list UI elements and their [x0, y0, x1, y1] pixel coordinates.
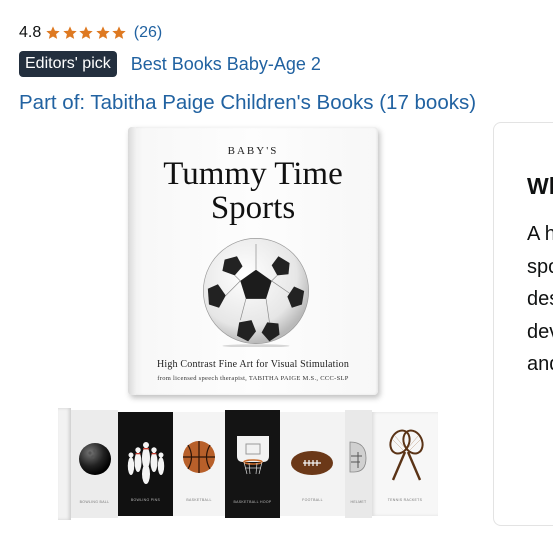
cover-author-line: from licensed speech therapist, TABITHA …: [157, 375, 349, 382]
rating-value: 4.8: [19, 24, 42, 41]
strip-label-basketball: BASKETBALL: [186, 498, 212, 502]
basketball-icon: [183, 441, 215, 473]
cover-subtitle: High Contrast Fine Art for Visual Stimul…: [156, 359, 350, 370]
side-card-line: spo: [527, 255, 553, 278]
cropped-header-text: [20, 0, 25, 9]
accordion-book-preview[interactable]: BOWLING BALL BOWLING PINS BASKETBALL BAS…: [58, 404, 440, 522]
side-card-line: A h: [527, 223, 553, 245]
tennis-rackets-icon: [389, 429, 424, 481]
strip-panel-basketball: BASKETBALL: [173, 412, 225, 516]
product-main-image[interactable]: BABY'S Tummy Time Sports High Contrast F…: [121, 124, 386, 399]
editors-pick-badge: Editors' pick: [19, 51, 117, 77]
strip-panel-tennis: TENNIS RACKETS: [372, 412, 438, 516]
strip-panel-helmet: HELMET: [345, 410, 372, 518]
cover-title-line1: Tummy Time: [163, 156, 343, 192]
side-info-card: Wh A h spo des dev and: [493, 122, 553, 526]
strip-panel-bowling-pins: BOWLING PINS: [118, 412, 173, 516]
star-icon: [79, 26, 93, 39]
cover-title-line2: Sports: [210, 190, 296, 226]
football-icon: [291, 451, 333, 475]
soccer-ball-illustration: [203, 238, 309, 347]
star-rating[interactable]: [45, 25, 128, 41]
bowling-pins-icon: [127, 442, 165, 484]
strip-label-helmet: HELMET: [350, 500, 367, 504]
basketball-hoop-icon: [237, 436, 269, 475]
strip-label-basketball-hoop: BASKETBALL HOOP: [233, 500, 272, 504]
book-cover: BABY'S Tummy Time Sports High Contrast F…: [128, 127, 378, 395]
star-icon: [46, 26, 60, 39]
strip-panel-edge: [58, 408, 71, 520]
rating-row: 4.8 (26): [19, 22, 162, 44]
strip-panel-football: FOOTBALL: [280, 412, 345, 516]
strip-label-bowling-ball: BOWLING BALL: [79, 500, 110, 504]
series-link[interactable]: Part of: Tabitha Paige Children's Books …: [19, 91, 476, 115]
side-card-line: dev: [527, 320, 553, 343]
helmet-icon: [349, 441, 367, 473]
strip-panel-bowling-ball: BOWLING BALL: [71, 410, 118, 518]
side-card-line: des: [527, 288, 553, 310]
strip-label-tennis: TENNIS RACKETS: [387, 498, 423, 502]
side-card-heading: Wh: [527, 173, 553, 199]
cover-title: Tummy Time Sports: [128, 157, 378, 225]
side-card-text: A h spo des dev and: [527, 218, 553, 381]
badge-row: Editors' pick Best Books Baby-Age 2: [19, 51, 321, 77]
side-card-line: and: [527, 353, 553, 375]
bowling-ball-icon: [79, 443, 111, 475]
strip-label-football: FOOTBALL: [302, 498, 323, 502]
rating-count-link[interactable]: (26): [134, 24, 162, 42]
best-books-link[interactable]: Best Books Baby-Age 2: [131, 54, 321, 75]
star-icon: [96, 26, 110, 39]
strip-label-bowling-pins: BOWLING PINS: [130, 498, 161, 502]
star-icon: [63, 26, 77, 39]
strip-panel-basketball-hoop: BASKETBALL HOOP: [225, 410, 280, 518]
star-icon: [112, 26, 126, 39]
